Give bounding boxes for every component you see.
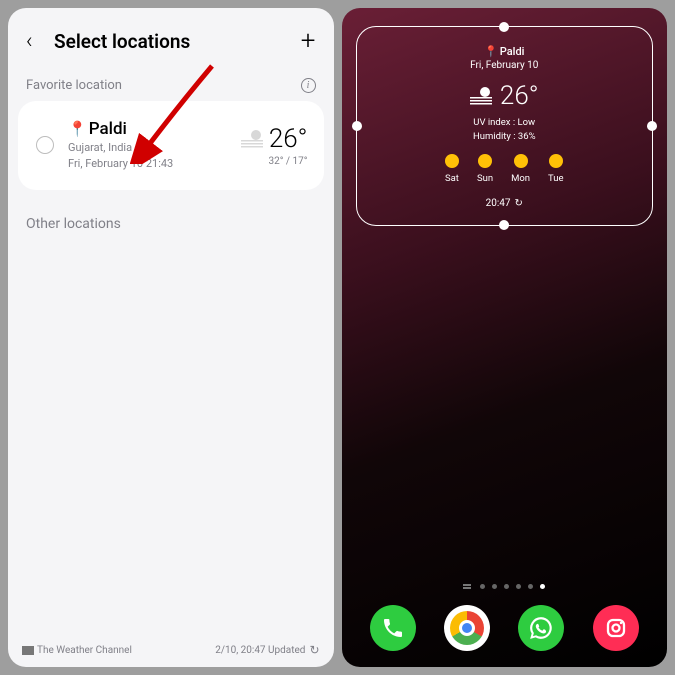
instagram-app-icon[interactable] <box>593 605 639 651</box>
location-radio[interactable] <box>36 136 54 154</box>
app-drawer-icon <box>463 584 471 589</box>
resize-handle-top[interactable] <box>499 22 509 32</box>
widget-time: 20:47 <box>486 198 511 209</box>
pin-icon: 📍 <box>68 120 87 138</box>
location-region: Gujarat, India <box>68 141 227 155</box>
resize-handle-bottom[interactable] <box>499 220 509 230</box>
phone-app-icon[interactable] <box>370 605 416 651</box>
refresh-icon[interactable]: ↻ <box>515 198 523 209</box>
twc-logo-icon <box>22 646 34 655</box>
resize-handle-left[interactable] <box>352 121 362 131</box>
info-icon[interactable]: i <box>301 78 316 93</box>
add-location-button[interactable]: + <box>301 26 316 56</box>
widget-humidity: Humidity : 36% <box>357 131 653 142</box>
widget-uv: UV index : Low <box>357 117 653 128</box>
sunny-icon <box>549 154 563 168</box>
back-button[interactable]: ‹ <box>26 29 48 54</box>
location-temp: 26° <box>269 124 308 154</box>
chrome-app-icon[interactable] <box>444 605 490 651</box>
forecast-day: Sun <box>477 173 493 184</box>
foggy-icon <box>470 87 492 105</box>
sunny-icon <box>478 154 492 168</box>
resize-handle-right[interactable] <box>647 121 657 131</box>
page-indicator[interactable] <box>342 570 668 599</box>
updated-label: 2/10, 20:47 Updated <box>215 645 305 656</box>
other-section-label: Other locations <box>8 194 334 254</box>
refresh-icon[interactable]: ↻ <box>309 643 319 657</box>
pin-icon: 📍 <box>484 45 498 58</box>
forecast-day: Mon <box>511 173 530 184</box>
location-name: Paldi <box>89 119 127 139</box>
sunny-icon <box>514 154 528 168</box>
location-hilo: 32° / 17° <box>241 156 308 167</box>
widget-temp: 26° <box>500 81 539 111</box>
weather-channel-label: The Weather Channel <box>37 645 132 656</box>
sunny-icon <box>445 154 459 168</box>
widget-location: Paldi <box>500 45 525 58</box>
whatsapp-app-icon[interactable] <box>518 605 564 651</box>
foggy-icon <box>241 130 263 148</box>
location-datetime: Fri, February 10 21:43 <box>68 157 227 171</box>
weather-widget[interactable]: 📍Paldi Fri, February 10 26° UV index : L… <box>356 26 654 226</box>
page-title: Select locations <box>54 30 301 53</box>
forecast-day: Tue <box>548 173 564 184</box>
location-card[interactable]: 📍 Paldi Gujarat, India Fri, February 10 … <box>18 101 324 190</box>
widget-date: Fri, February 10 <box>357 60 653 71</box>
forecast-day: Sat <box>445 173 459 184</box>
favorite-section-label: Favorite location <box>26 78 122 93</box>
app-dock <box>342 599 668 667</box>
